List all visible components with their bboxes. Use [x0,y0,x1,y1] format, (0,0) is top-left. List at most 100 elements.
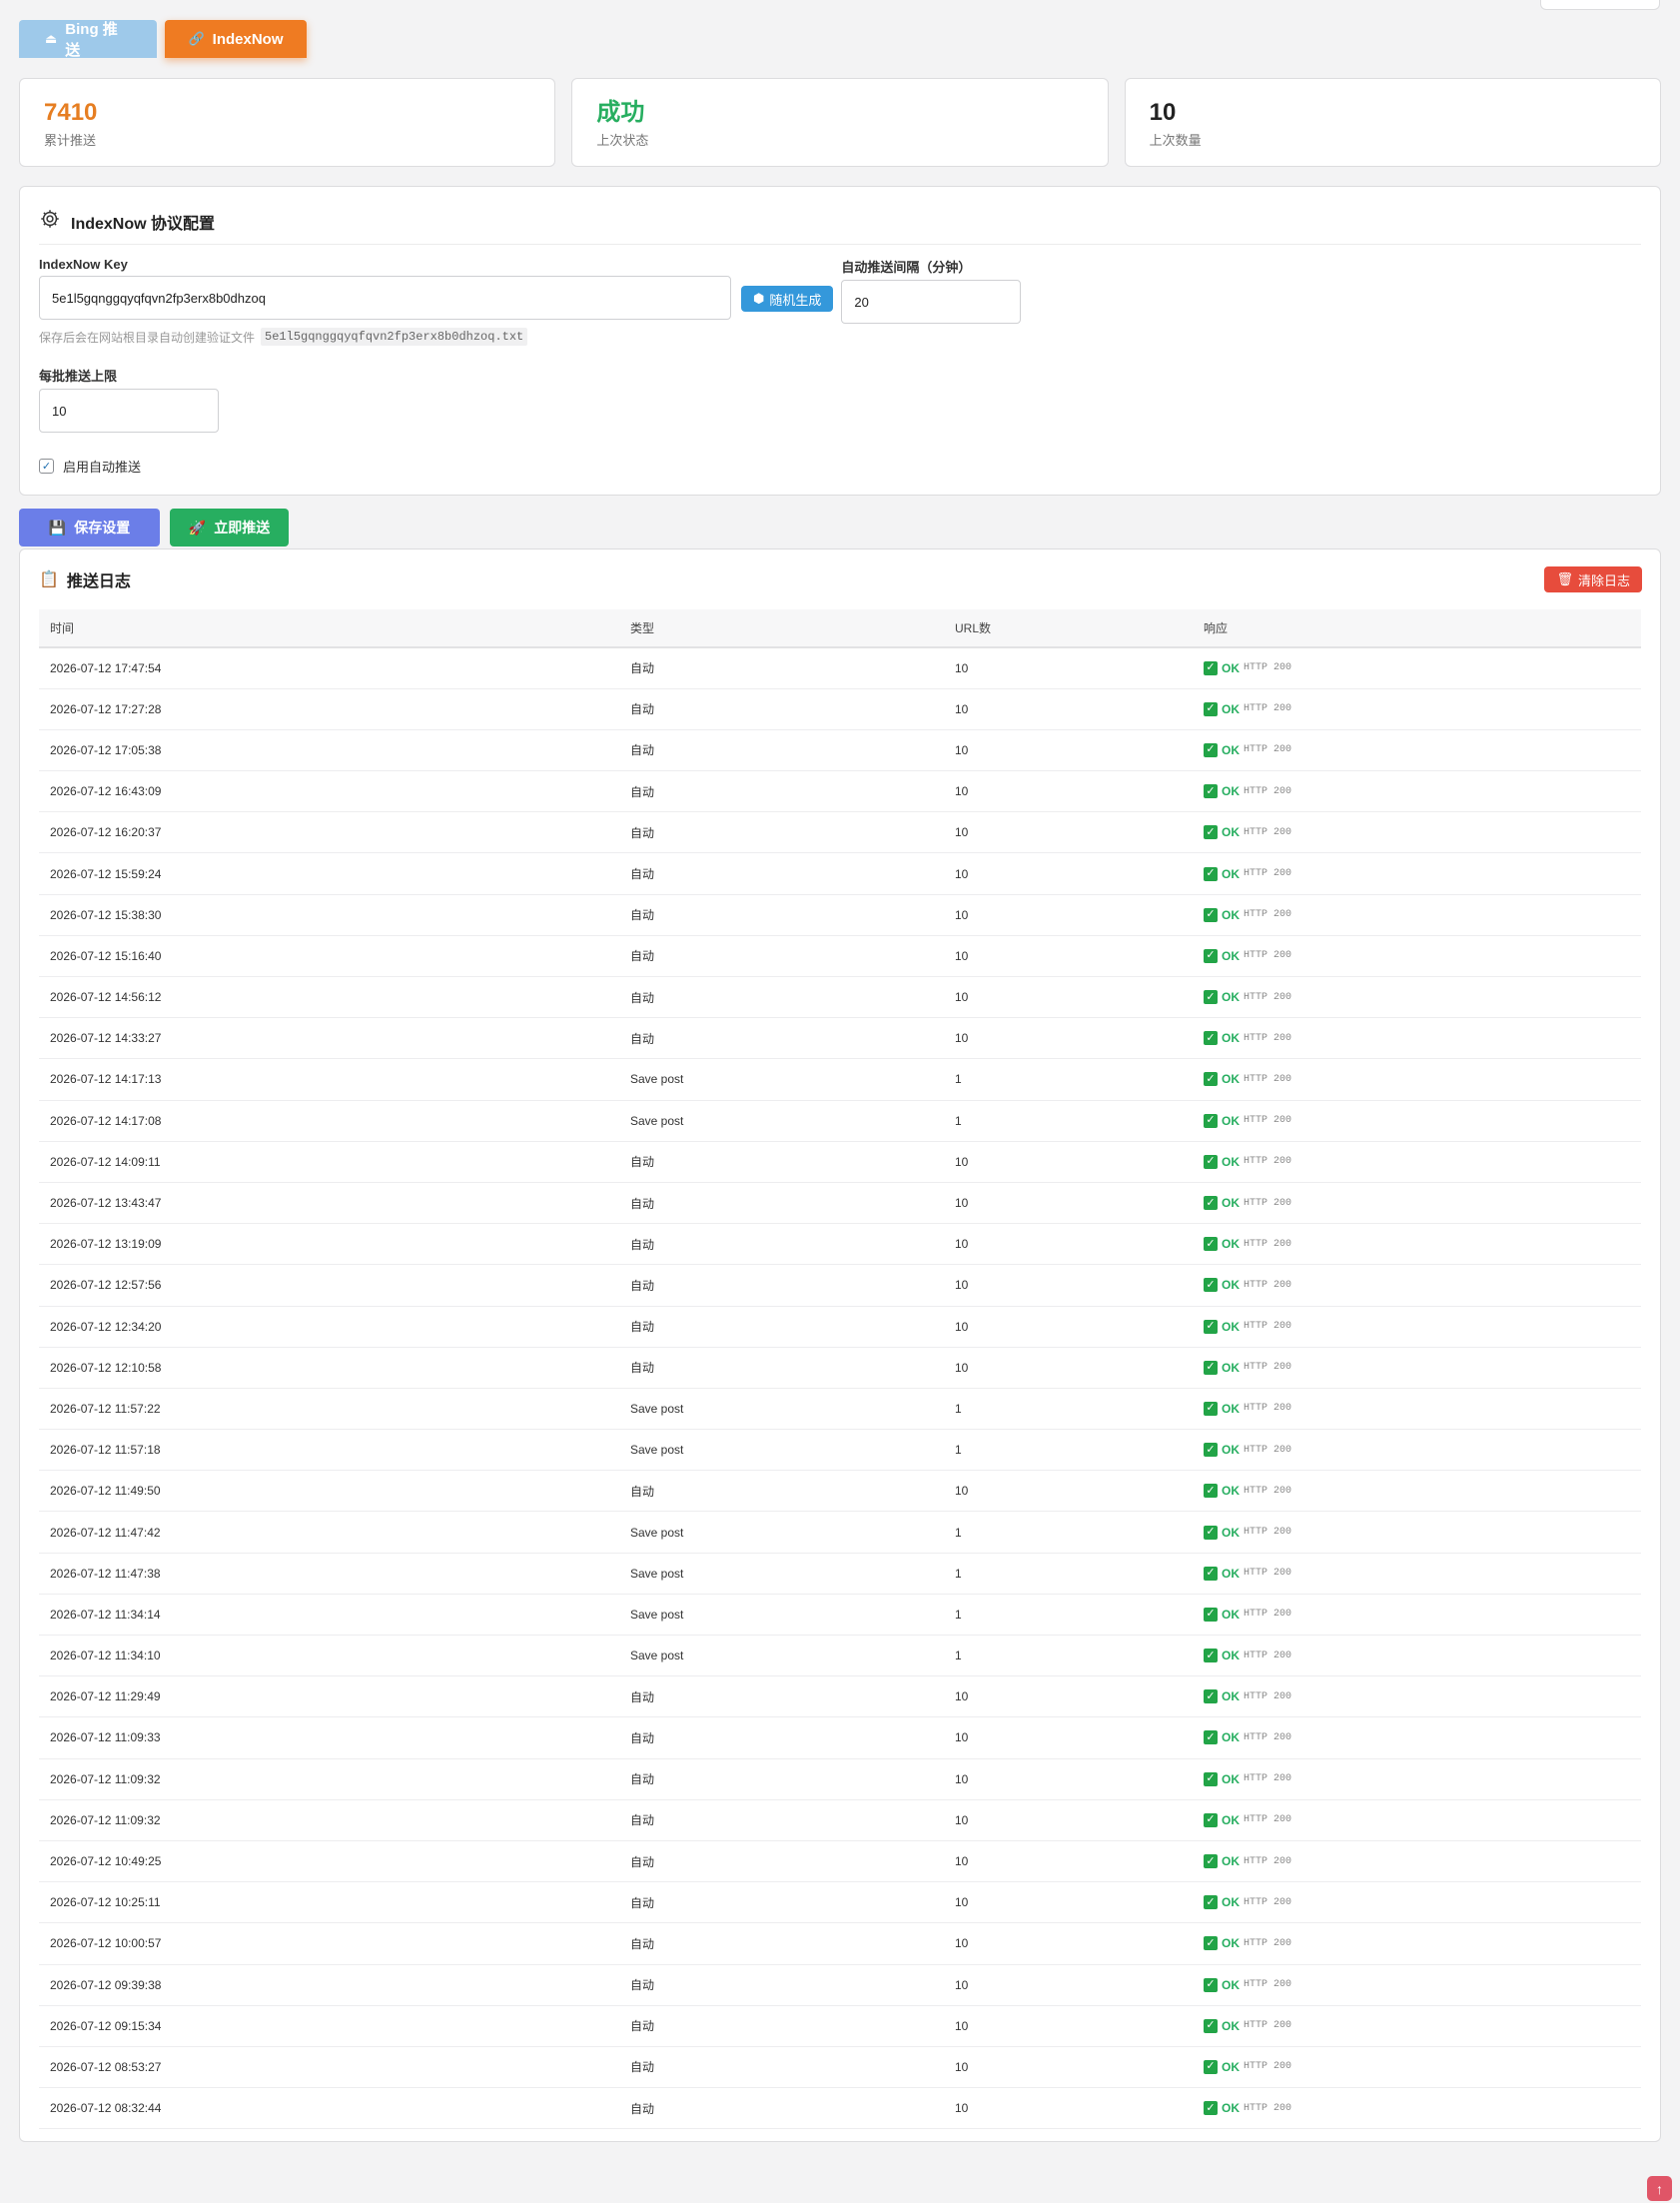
generate-key-button[interactable]: ⬢ 随机生成 [741,286,834,312]
cell-type: 自动 [619,770,944,813]
cell-type: 自动 [619,1964,944,2006]
cell-response: ✓ OK HTTP 200 [1193,688,1641,730]
cell-url-count: 10 [944,1840,1193,1883]
cell-time: 2026-07-12 08:53:27 [39,2046,619,2089]
cell-url-count: 10 [944,1881,1193,1924]
cell-response: ✓ OK HTTP 200 [1193,1017,1641,1060]
top-right-panel-edge [1540,0,1660,10]
response-ok: OK [1222,1689,1240,1704]
cell-type: 自动 [619,1223,944,1266]
table-row: 2026-07-12 11:09:32 自动 10 ✓ OK HTTP 200 [39,1799,1641,1841]
check-icon: ✓ [1204,1689,1218,1704]
cell-url-count: 1 [944,1511,1193,1554]
response-http: HTTP 200 [1244,1403,1292,1415]
cell-response: ✓ OK HTTP 200 [1193,1675,1641,1718]
response-http: HTTP 200 [1244,1690,1292,1702]
cell-type: Save post [619,1553,944,1595]
table-row: 2026-07-12 14:09:11 自动 10 ✓ OK HTTP 200 [39,1141,1641,1183]
tab-bing[interactable]: ⏏ Bing 推送 [19,20,157,59]
cell-time: 2026-07-12 13:43:47 [39,1182,619,1225]
save-settings-button[interactable]: 💾 保存设置 [19,509,160,547]
cell-url-count: 10 [944,1758,1193,1800]
key-input[interactable]: 5e1l5gqnggqyqfqvn2fp3erx8b0dhzoq [39,276,731,320]
table-row: 2026-07-12 17:05:38 自动 10 ✓ OK HTTP 200 [39,729,1641,772]
check-icon: ✓ [1204,1895,1218,1910]
interval-input[interactable]: 20 [841,280,1022,324]
table-row: 2026-07-12 10:49:25 自动 10 ✓ OK HTTP 200 [39,1840,1641,1883]
dice-icon: ⬢ [753,291,765,306]
table-row: 2026-07-12 16:20:37 自动 10 ✓ OK HTTP 200 [39,811,1641,854]
response-ok: OK [1222,1649,1240,1663]
cell-type: Save post [619,1388,944,1431]
cell-url-count: 10 [944,1922,1193,1965]
cell-response: ✓ OK HTTP 200 [1193,1264,1641,1307]
response-http: HTTP 200 [1244,785,1292,797]
table-row: 2026-07-12 15:38:30 自动 10 ✓ OK HTTP 200 [39,894,1641,936]
cell-response: ✓ OK HTTP 200 [1193,1594,1641,1637]
cell-url-count: 1 [944,1100,1193,1142]
cell-response: ✓ OK HTTP 200 [1193,1716,1641,1759]
response-http: HTTP 200 [1244,662,1292,674]
key-hint-file: 5e1l5gqnggqyqfqvn2fp3erx8b0dhzoq.txt [261,328,528,346]
cell-time: 2026-07-12 10:49:25 [39,1840,619,1883]
table-row: 2026-07-12 08:32:44 自动 10 ✓ OK HTTP 200 [39,2087,1641,2130]
cell-time: 2026-07-12 08:32:44 [39,2087,619,2130]
auto-push-label: 启用自动推送 [63,460,142,475]
cell-time: 2026-07-12 11:29:49 [39,1675,619,1718]
cell-url-count: 10 [944,1716,1193,1759]
cell-url-count: 10 [944,688,1193,730]
cell-response: ✓ OK HTTP 200 [1193,2087,1641,2130]
check-icon: ✓ [1204,742,1218,757]
response-ok: OK [1222,1319,1240,1334]
cell-time: 2026-07-12 16:20:37 [39,811,619,854]
cell-type: 自动 [619,1716,944,1759]
cell-type: Save post [619,1058,944,1101]
cell-type: 自动 [619,1182,944,1225]
response-ok: OK [1222,1525,1240,1540]
check-icon: ✓ [1204,2059,1218,2074]
response-http: HTTP 200 [1244,1444,1292,1456]
check-icon: ✓ [1204,1566,1218,1581]
response-http: HTTP 200 [1244,1731,1292,1743]
cell-type: Save post [619,1511,944,1554]
batch-input[interactable]: 10 [39,389,219,433]
tab-indexnow[interactable]: 🔗 IndexNow [165,20,307,58]
cell-time: 2026-07-12 11:47:42 [39,1511,619,1554]
clear-log-label: 清除日志 [1577,572,1630,588]
floppy-icon: 💾 [48,519,67,536]
table-row: 2026-07-12 13:43:47 自动 10 ✓ OK HTTP 200 [39,1182,1641,1225]
cell-url-count: 10 [944,1141,1193,1183]
response-ok: OK [1222,1730,1240,1745]
response-http: HTTP 200 [1244,1937,1292,1949]
check-icon: ✓ [1204,1319,1218,1334]
push-now-button[interactable]: 🚀 立即推送 [170,509,289,547]
cell-type: 自动 [619,2005,944,2047]
stat-status-label: 上次状态 [596,133,649,148]
cell-response: ✓ OK HTTP 200 [1193,1058,1641,1101]
response-http: HTTP 200 [1244,868,1292,880]
cell-time: 2026-07-12 14:17:08 [39,1100,619,1142]
cell-url-count: 10 [944,894,1193,936]
response-http: HTTP 200 [1244,1156,1292,1168]
response-ok: OK [1222,825,1240,840]
check-icon: ✓ [1204,1525,1218,1540]
rocket-icon: 🚀 [188,519,207,536]
cell-time: 2026-07-12 11:09:33 [39,1716,619,1759]
back-to-top-button[interactable]: ↑ [1647,2176,1672,2201]
auto-push-checkbox[interactable]: ✓ [39,459,54,474]
stats-row: 7410 累计推送 成功 上次状态 10 上次数量 [19,78,1661,167]
cell-type: 自动 [619,729,944,772]
table-row: 2026-07-12 10:25:11 自动 10 ✓ OK HTTP 200 [39,1881,1641,1924]
cell-response: ✓ OK HTTP 200 [1193,1922,1641,1965]
cell-time: 2026-07-12 15:38:30 [39,894,619,936]
table-row: 2026-07-12 09:39:38 自动 10 ✓ OK HTTP 200 [39,1964,1641,2006]
response-http: HTTP 200 [1244,1032,1292,1044]
response-ok: OK [1222,1031,1240,1046]
clear-log-button[interactable]: 🗑 清除日志 [1544,566,1642,592]
cell-response: ✓ OK HTTP 200 [1193,1141,1641,1183]
cell-time: 2026-07-12 11:09:32 [39,1799,619,1841]
cell-time: 2026-07-12 10:00:57 [39,1922,619,1965]
log-header: 📋 推送日志 🗑 清除日志 [39,550,1642,609]
interval-label: 自动推送间隔（分钟） [841,260,972,275]
cell-response: ✓ OK HTTP 200 [1193,1100,1641,1142]
